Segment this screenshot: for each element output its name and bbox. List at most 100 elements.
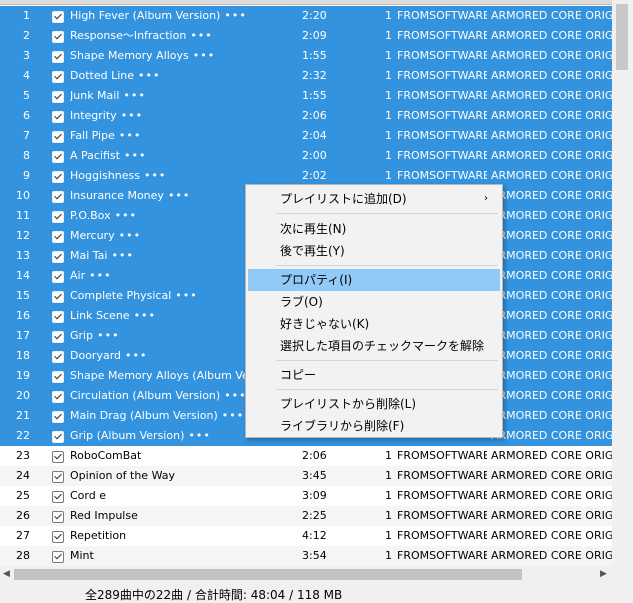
track-checkbox[interactable]: [52, 111, 64, 123]
track-checkbox[interactable]: [52, 211, 64, 223]
more-options-icon[interactable]: •••: [138, 69, 160, 82]
more-options-icon[interactable]: •••: [190, 29, 212, 42]
more-options-icon[interactable]: •••: [144, 169, 166, 182]
track-checkbox[interactable]: [52, 191, 64, 203]
track-row[interactable]: 24 Opinion of the Way 3:45 1 FROMSOFTWARE ARM…: [0, 466, 612, 486]
track-checkbox[interactable]: [52, 31, 64, 43]
track-row[interactable]: 27 Repetition 4:12 1 FROMSOFTWARE ARMORED COR…: [0, 526, 612, 546]
track-number-text: 3: [23, 49, 30, 62]
track-duration: 2:04: [302, 126, 342, 146]
track-checkbox[interactable]: [52, 131, 64, 143]
track-checkbox[interactable]: [52, 491, 64, 503]
more-options-icon[interactable]: •••: [224, 389, 246, 402]
track-checkbox[interactable]: [52, 51, 64, 63]
menu-item-remove-from-playlist[interactable]: プレイリストから削除(L): [248, 393, 500, 415]
more-options-icon[interactable]: •••: [168, 189, 190, 202]
more-options-icon[interactable]: •••: [224, 9, 246, 22]
track-row[interactable]: 9 Hoggishness ••• 2:02 1 FROMSOFTWARE ARMORED …: [0, 166, 612, 186]
track-checkbox[interactable]: [52, 231, 64, 243]
more-options-icon[interactable]: •••: [193, 49, 215, 62]
track-checkbox[interactable]: [52, 551, 64, 563]
track-checkbox[interactable]: [52, 271, 64, 283]
track-title-text: A Pacifist: [70, 149, 120, 162]
track-checkbox[interactable]: [52, 431, 64, 443]
track-checkbox[interactable]: [52, 531, 64, 543]
track-row[interactable]: 2 Response～Infraction ••• 2:09 1 FROMSOFTWARE…: [0, 26, 612, 46]
menu-item-remove-from-library[interactable]: ライブラリから削除(F): [248, 415, 500, 437]
track-row[interactable]: 7 Fall Pipe ••• 2:04 1 FROMSOFTWARE ARMORED CO…: [0, 126, 612, 146]
track-album: ARMORED CORE ORIGINAL: [491, 46, 612, 66]
menu-item-play-next[interactable]: 次に再生(N): [248, 218, 500, 240]
more-options-icon[interactable]: •••: [119, 129, 141, 142]
more-options-icon[interactable]: •••: [134, 309, 156, 322]
track-title-text: Repetition: [70, 529, 127, 542]
more-options-icon[interactable]: •••: [125, 349, 147, 362]
track-number: 22: [0, 426, 30, 446]
track-album-text: ARMORED CORE ORIGINAL: [491, 489, 612, 502]
track-checkbox[interactable]: [52, 291, 64, 303]
track-checkbox[interactable]: [52, 351, 64, 363]
scroll-left-icon[interactable]: ◀: [3, 566, 10, 583]
track-checkbox[interactable]: [52, 371, 64, 383]
track-index-text: 1: [385, 529, 392, 542]
more-options-icon[interactable]: •••: [111, 249, 133, 262]
track-album: ARMORED CORE ORIGINAL: [491, 186, 612, 206]
track-row[interactable]: 1 High Fever (Album Version) ••• 2:20 1 FROMS…: [0, 6, 612, 26]
more-options-icon[interactable]: •••: [188, 429, 210, 442]
track-checkbox[interactable]: [52, 11, 64, 23]
menu-item-uncheck-selected[interactable]: 選択した項目のチェックマークを解除: [248, 335, 500, 357]
track-checkbox[interactable]: [52, 511, 64, 523]
menu-item-add-to-playlist[interactable]: プレイリストに追加(D) ›: [248, 188, 500, 210]
menu-item-copy[interactable]: コピー: [248, 364, 500, 386]
track-checkbox[interactable]: [52, 171, 64, 183]
track-row[interactable]: 4 Dotted Line ••• 2:32 1 FROMSOFTWARE ARMORED …: [0, 66, 612, 86]
track-checkbox[interactable]: [52, 71, 64, 83]
track-index: 1: [370, 166, 392, 186]
vertical-scrollbar-thumb[interactable]: [616, 4, 628, 70]
more-options-icon[interactable]: •••: [115, 209, 137, 222]
track-checkbox[interactable]: [52, 251, 64, 263]
more-options-icon[interactable]: •••: [124, 149, 146, 162]
more-options-icon[interactable]: •••: [222, 409, 244, 422]
track-duration: 2:00: [302, 146, 342, 166]
status-bar: 全289曲中の22曲 / 合計時間: 48:04 / 118 MB: [0, 583, 633, 602]
track-row[interactable]: 3 Shape Memory Alloys ••• 1:55 1 FROMSOFTWARE…: [0, 46, 612, 66]
track-checkbox[interactable]: [52, 471, 64, 483]
track-number-text: 20: [16, 389, 30, 402]
menu-item-play-later[interactable]: 後で再生(Y): [248, 240, 500, 262]
track-checkbox-cell: [52, 466, 64, 486]
column-header[interactable]: [0, 0, 612, 5]
more-options-icon[interactable]: •••: [97, 329, 119, 342]
track-artist: FROMSOFTWARE: [397, 126, 487, 146]
track-checkbox[interactable]: [52, 451, 64, 463]
more-options-icon[interactable]: •••: [175, 289, 197, 302]
track-row[interactable]: 5 Junk Mail ••• 1:55 1 FROMSOFTWARE ARMORED CO…: [0, 86, 612, 106]
track-row[interactable]: 25 Cord e 3:09 1 FROMSOFTWARE ARMORED CORE OR…: [0, 486, 612, 506]
track-row[interactable]: 23 RoboComBat 2:06 1 FROMSOFTWARE ARMORED COR…: [0, 446, 612, 466]
track-number-text: 7: [23, 129, 30, 142]
track-checkbox[interactable]: [52, 411, 64, 423]
more-options-icon[interactable]: •••: [123, 89, 145, 102]
track-album-text: ARMORED CORE ORIGINAL: [491, 449, 612, 462]
more-options-icon[interactable]: •••: [89, 269, 111, 282]
track-checkbox[interactable]: [52, 151, 64, 163]
vertical-scrollbar[interactable]: [612, 0, 633, 566]
track-artist: FROMSOFTWARE: [397, 26, 487, 46]
track-checkbox[interactable]: [52, 311, 64, 323]
more-options-icon[interactable]: •••: [119, 229, 141, 242]
track-checkbox-cell: [52, 146, 64, 166]
menu-item-dislike[interactable]: 好きじゃない(K): [248, 313, 500, 335]
track-row[interactable]: 28 Mint 3:54 1 FROMSOFTWARE ARMORED CORE ORIG…: [0, 546, 612, 566]
menu-item-love[interactable]: ラブ(O): [248, 291, 500, 313]
horizontal-scrollbar-thumb[interactable]: [14, 569, 522, 580]
scroll-right-icon[interactable]: ▶: [600, 566, 607, 583]
track-row[interactable]: 26 Red Impulse 2:25 1 FROMSOFTWARE ARMORED CO…: [0, 506, 612, 526]
track-row[interactable]: 8 A Pacifist ••• 2:00 1 FROMSOFTWARE ARMORED C…: [0, 146, 612, 166]
track-row[interactable]: 6 Integrity ••• 2:06 1 FROMSOFTWARE ARMORED CO…: [0, 106, 612, 126]
track-checkbox[interactable]: [52, 91, 64, 103]
horizontal-scrollbar[interactable]: ◀ ▶: [0, 566, 612, 583]
track-checkbox[interactable]: [52, 391, 64, 403]
track-checkbox[interactable]: [52, 331, 64, 343]
menu-item-properties[interactable]: プロパティ(I): [248, 269, 500, 291]
more-options-icon[interactable]: •••: [121, 109, 143, 122]
